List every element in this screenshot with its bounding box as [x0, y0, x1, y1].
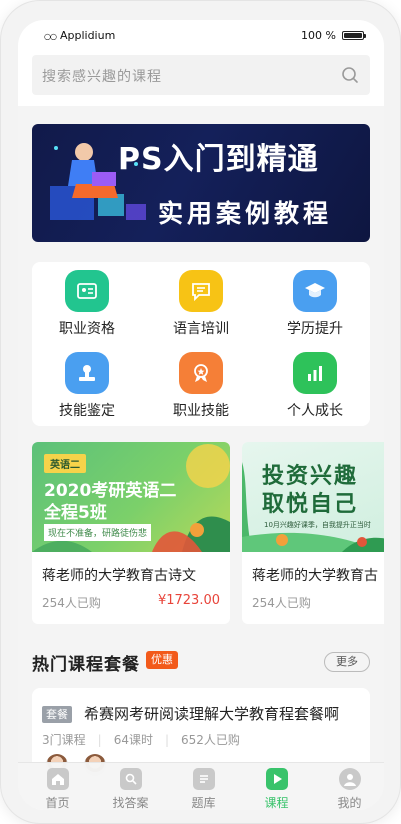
bottom-tab-bar: 首页 找答案 题库 课程 我的 [18, 762, 384, 810]
category-item-skill-appraisal[interactable]: 技能鉴定 [32, 344, 142, 419]
category-label: 技能鉴定 [59, 403, 115, 419]
status-bar: ○○ Applidium 100 % [18, 20, 384, 52]
category-item-personal-growth[interactable]: 个人成长 [260, 344, 370, 419]
tab-profile[interactable]: 我的 [313, 763, 384, 810]
phone-frame: ○○ Applidium 100 % 搜索感兴趣的课程 PS入门到精通 实用案例… [0, 0, 401, 824]
id-card-icon [65, 270, 109, 312]
promo-banner[interactable]: PS入门到精通 实用案例教程 [32, 124, 370, 242]
medal-icon [179, 352, 223, 394]
cover-subheadline: 全程5班 [44, 503, 107, 523]
tab-label: 首页 [45, 796, 70, 810]
chat-bubble-icon [179, 270, 223, 312]
category-label: 学历提升 [287, 321, 343, 337]
carrier-name: Applidium [59, 29, 116, 42]
search-bar-container: 搜索感兴趣的课程 [18, 52, 384, 106]
stamp-icon [65, 352, 109, 394]
category-label: 个人成长 [287, 403, 343, 419]
cover-tag: 英语二 [44, 454, 86, 473]
category-label: 职业技能 [173, 403, 229, 419]
app-screen: ○○ Applidium 100 % 搜索感兴趣的课程 PS入门到精通 实用案例… [18, 20, 384, 810]
user-icon [338, 768, 361, 790]
home-icon [46, 768, 69, 790]
question-bank-icon [192, 768, 215, 790]
banner-subtitle: 实用案例教程 [158, 199, 333, 228]
package-course-count: 3门课程 [42, 733, 86, 747]
tab-home[interactable]: 首页 [21, 763, 94, 810]
search-icon[interactable] [340, 65, 360, 85]
course-card[interactable]: 投资兴趣 取悦自己 10月兴趣好课季，自我提升正当时 蒋老师的大学教育古 254… [242, 442, 384, 624]
battery-level: 100 % [301, 29, 336, 42]
tab-courses[interactable]: 课程 [240, 763, 313, 810]
cover-subheadline: 取悦自己 [262, 492, 359, 517]
battery: 100 % [301, 29, 366, 42]
package-meta: 3门课程 | 64课时 | 652人已购 [42, 733, 240, 747]
course-price: ¥1723.00 [157, 593, 220, 608]
package-purchase-count: 652人已购 [181, 733, 240, 747]
course-title: 蒋老师的大学教育古 [252, 568, 378, 584]
course-cover-image: 投资兴趣 取悦自己 10月兴趣好课季，自我提升正当时 [242, 442, 384, 552]
category-label: 语言培训 [173, 321, 229, 337]
course-purchase-count: 254人已购 [252, 596, 311, 610]
discount-badge: 优惠 [146, 651, 178, 669]
category-label: 职业资格 [59, 321, 115, 337]
course-carousel[interactable]: 英语二 2020考研英语二 全程5班 现在不准备，研路徒伤悲 蒋老师的大学教育古… [32, 442, 384, 624]
search-answer-icon [119, 768, 142, 790]
tab-find-answers[interactable]: 找答案 [94, 763, 167, 810]
course-title: 蒋老师的大学教育古诗文 [42, 568, 196, 584]
category-item-professional-qualification[interactable]: 职业资格 [32, 262, 142, 337]
play-icon [265, 768, 288, 790]
banner-title: PS入门到精通 [118, 142, 319, 177]
course-cover-image: 英语二 2020考研英语二 全程5班 现在不准备，研路徒伤悲 [32, 442, 230, 552]
course-card[interactable]: 英语二 2020考研英语二 全程5班 现在不准备，研路徒伤悲 蒋老师的大学教育古… [32, 442, 230, 624]
graduation-cap-icon [293, 270, 337, 312]
tab-question-bank[interactable]: 题库 [167, 763, 240, 810]
tab-label: 课程 [264, 796, 289, 810]
tab-label: 找答案 [112, 796, 149, 810]
search-placeholder: 搜索感兴趣的课程 [42, 69, 162, 85]
category-item-degree-upgrade[interactable]: 学历提升 [260, 262, 370, 337]
cover-slogan: 现在不准备，研路徒伤悲 [44, 524, 152, 541]
section-title-hot-packages: 热门课程套餐 [32, 655, 140, 675]
cover-slogan: 10月兴趣好课季，自我提升正当时 [264, 521, 371, 529]
tab-label: 我的 [337, 796, 362, 810]
package-name: 希赛网考研阅读理解大学教育程套餐啊 [84, 705, 340, 723]
package-hours: 64课时 [113, 733, 153, 747]
tab-label: 题库 [191, 796, 216, 810]
battery-icon [342, 31, 366, 40]
signal-icon: ○○ [44, 32, 57, 41]
category-grid: 职业资格 语言培训 学历提升 技能鉴定 职业技能 个人成长 [32, 262, 370, 426]
bar-chart-icon [293, 352, 337, 394]
more-button[interactable]: 更多 [324, 652, 370, 672]
category-item-language-training[interactable]: 语言培训 [146, 262, 256, 337]
package-tag: 套餐 [42, 706, 72, 723]
search-input[interactable]: 搜索感兴趣的课程 [32, 55, 370, 95]
course-purchase-count: 254人已购 [42, 596, 101, 610]
category-item-vocational-skills[interactable]: 职业技能 [146, 344, 256, 419]
carrier: ○○ Applidium [44, 29, 115, 42]
